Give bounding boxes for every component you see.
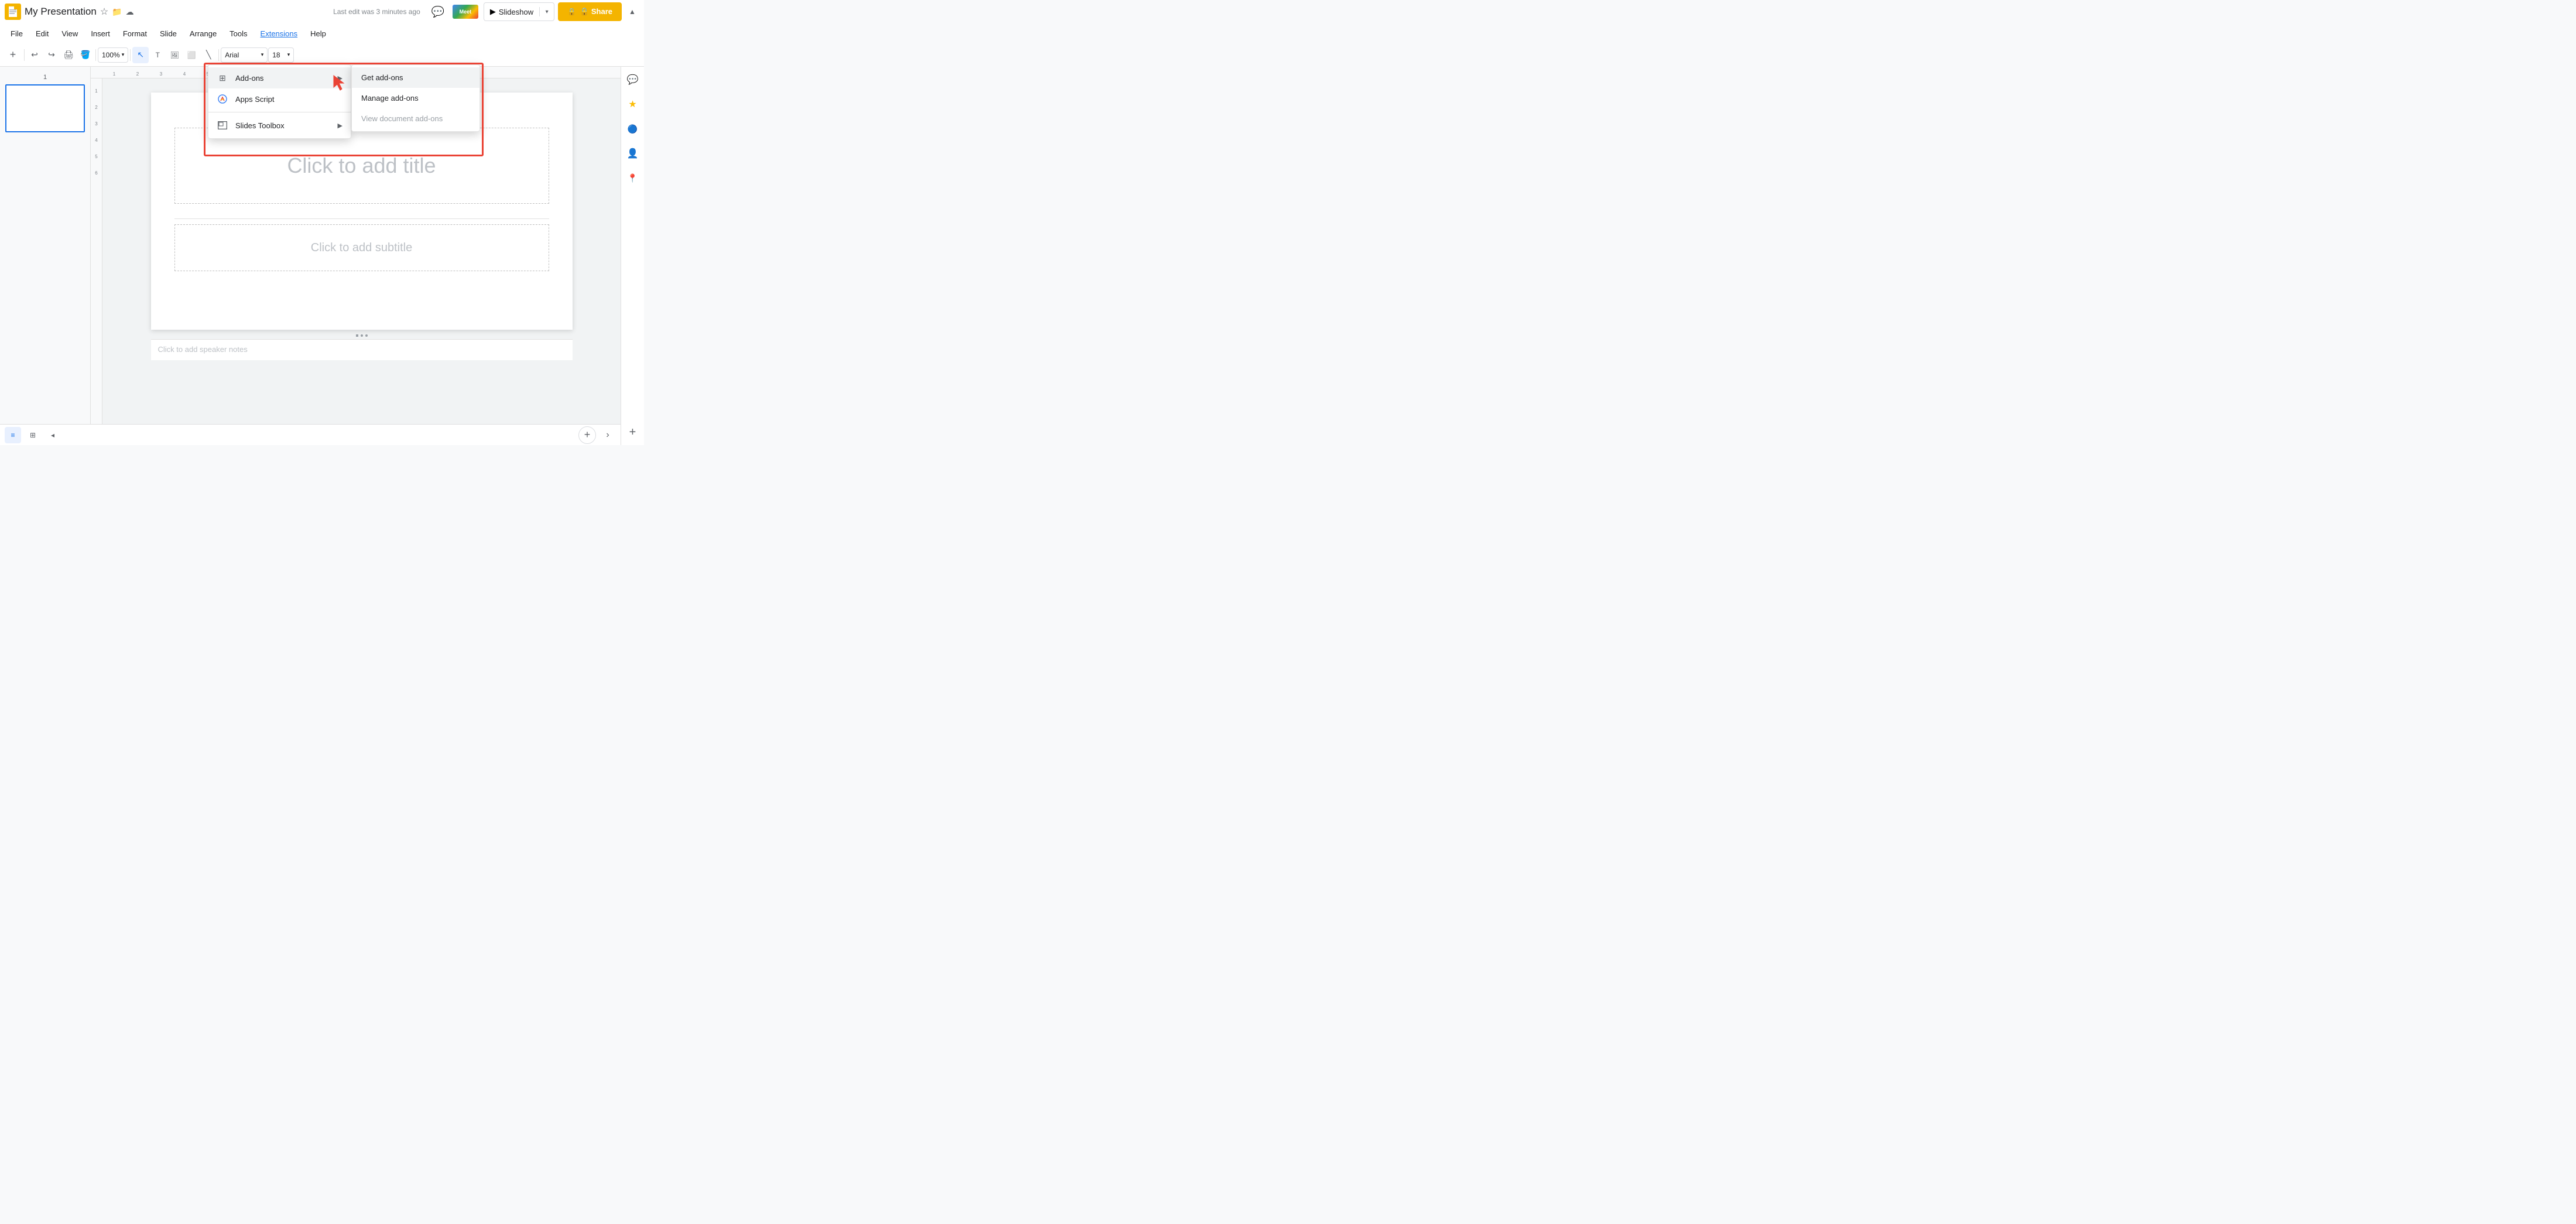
addons-icon: ⊞	[217, 72, 228, 84]
app-logo	[5, 4, 21, 20]
menu-item-slide[interactable]: Slide	[154, 27, 183, 40]
redo-button[interactable]: ↪	[43, 47, 60, 63]
slide-thumbnail[interactable]	[5, 84, 85, 132]
share-button[interactable]: 🔒 🔒 Share	[558, 2, 622, 21]
grid-view-button[interactable]: ≡	[5, 427, 21, 443]
meet-button[interactable]: Meet	[451, 4, 480, 20]
view-doc-addons-item: View document add-ons	[352, 108, 479, 129]
print-button[interactable]: 🖨	[60, 47, 77, 63]
menu-item-file[interactable]: File	[5, 27, 29, 40]
slide-number: 1	[43, 74, 47, 81]
menu-item-tools[interactable]: Tools	[224, 27, 253, 40]
text-box-tool[interactable]: T	[149, 47, 166, 63]
add-slide-bottom[interactable]: +	[578, 426, 596, 444]
canvas-area[interactable]: Click to add title Click to add subtitle	[102, 78, 621, 445]
insert-button[interactable]: +	[4, 47, 22, 63]
image-tool[interactable]: 🖼	[166, 47, 183, 63]
right-sidebar: 💬 ★ 🔵 👤 📍 +	[621, 67, 644, 445]
addons-arrow-icon: ▶	[338, 74, 342, 82]
sidebar-chat-icon[interactable]: 💬	[625, 71, 641, 88]
shape-tool[interactable]: ⬜	[183, 47, 200, 63]
paint-format-button[interactable]: 🪣	[77, 47, 94, 63]
folder-icon[interactable]: 📁	[112, 7, 122, 17]
menu-item-format[interactable]: Format	[117, 27, 153, 40]
slides-toolbox-arrow-icon: ▶	[338, 122, 342, 129]
subtitle-placeholder: Click to add subtitle	[311, 241, 412, 255]
addons-menu-item[interactable]: ⊞ Add-ons ▶	[208, 67, 351, 88]
slides-toolbox-label: Slides Toolbox	[235, 121, 285, 130]
sidebar-explore-icon[interactable]: ★	[625, 96, 641, 112]
title-text-box[interactable]: Click to add title	[174, 128, 549, 204]
line-tool[interactable]: ╲	[200, 47, 217, 63]
next-slide-button[interactable]: ›	[600, 427, 616, 443]
cursor-tool[interactable]: ↖	[132, 47, 149, 63]
font-name: Arial	[225, 51, 239, 59]
notes-placeholder: Click to add speaker notes	[158, 345, 248, 354]
menu-item-edit[interactable]: Edit	[30, 27, 54, 40]
undo-button[interactable]: ↩	[26, 47, 43, 63]
zoom-button[interactable]: 100% ▾	[98, 47, 128, 63]
view-doc-addons-label: View document add-ons	[361, 114, 443, 123]
slides-toolbox-menu-item[interactable]: Slides Toolbox ▶	[208, 115, 351, 136]
title-placeholder: Click to add title	[287, 153, 436, 178]
apps-script-menu-item[interactable]: Apps Script	[208, 88, 351, 110]
manage-addons-label: Manage add-ons	[361, 94, 419, 102]
collapse-panel-button[interactable]: ▲	[625, 5, 639, 19]
sidebar-maps-icon[interactable]: 📍	[625, 170, 641, 186]
filmstrip-view-button[interactable]: ⊞	[25, 427, 41, 443]
font-size: 18	[272, 51, 280, 59]
doc-title: My Presentation	[25, 6, 97, 18]
menu-item-arrange[interactable]: Arrange	[184, 27, 222, 40]
slides-toolbox-icon	[217, 119, 228, 131]
menu-item-help[interactable]: Help	[304, 27, 332, 40]
font-size-selector[interactable]: 18 ▾	[268, 47, 294, 63]
menu-item-extensions[interactable]: Extensions	[255, 27, 304, 40]
get-addons-label: Get add-ons	[361, 73, 403, 82]
star-icon[interactable]: ☆	[100, 6, 108, 18]
slideshow-dropdown-arrow[interactable]: ▾	[540, 3, 554, 20]
menu-item-insert[interactable]: Insert	[85, 27, 116, 40]
zoom-value: 100%	[102, 51, 120, 59]
menu-item-view[interactable]: View	[56, 27, 84, 40]
apps-script-icon	[217, 93, 228, 105]
sidebar-keep-icon[interactable]: 🔵	[625, 121, 641, 137]
font-selector[interactable]: Arial ▾	[221, 47, 268, 63]
speaker-notes[interactable]: Click to add speaker notes	[151, 339, 573, 360]
last-edit-text: Last edit was 3 minutes ago	[333, 8, 420, 16]
comment-button[interactable]: 💬	[429, 2, 447, 21]
manage-addons-item[interactable]: Manage add-ons	[352, 88, 479, 108]
addons-subdropdown: Get add-ons Manage add-ons View document…	[351, 64, 480, 132]
slides-panel: 1	[0, 67, 91, 445]
apps-script-label: Apps Script	[235, 95, 274, 104]
sidebar-account-icon[interactable]: 👤	[625, 145, 641, 162]
get-addons-item[interactable]: Get add-ons	[352, 67, 479, 88]
slideshow-label: Slideshow	[499, 8, 533, 16]
addons-label: Add-ons	[235, 74, 263, 83]
subtitle-text-box[interactable]: Click to add subtitle	[174, 224, 549, 271]
sidebar-plus-icon[interactable]: +	[625, 424, 641, 440]
cloud-icon[interactable]: ☁	[126, 7, 134, 17]
slideshow-button-group[interactable]: ▶ Slideshow ▾	[484, 2, 554, 21]
collapse-panel-bottom[interactable]: ◂	[44, 427, 61, 443]
extensions-dropdown: ⊞ Add-ons ▶ Apps Script Slides Toolbox ▶	[208, 64, 351, 139]
vertical-ruler: 1 2 3 4 5 6	[91, 78, 102, 445]
